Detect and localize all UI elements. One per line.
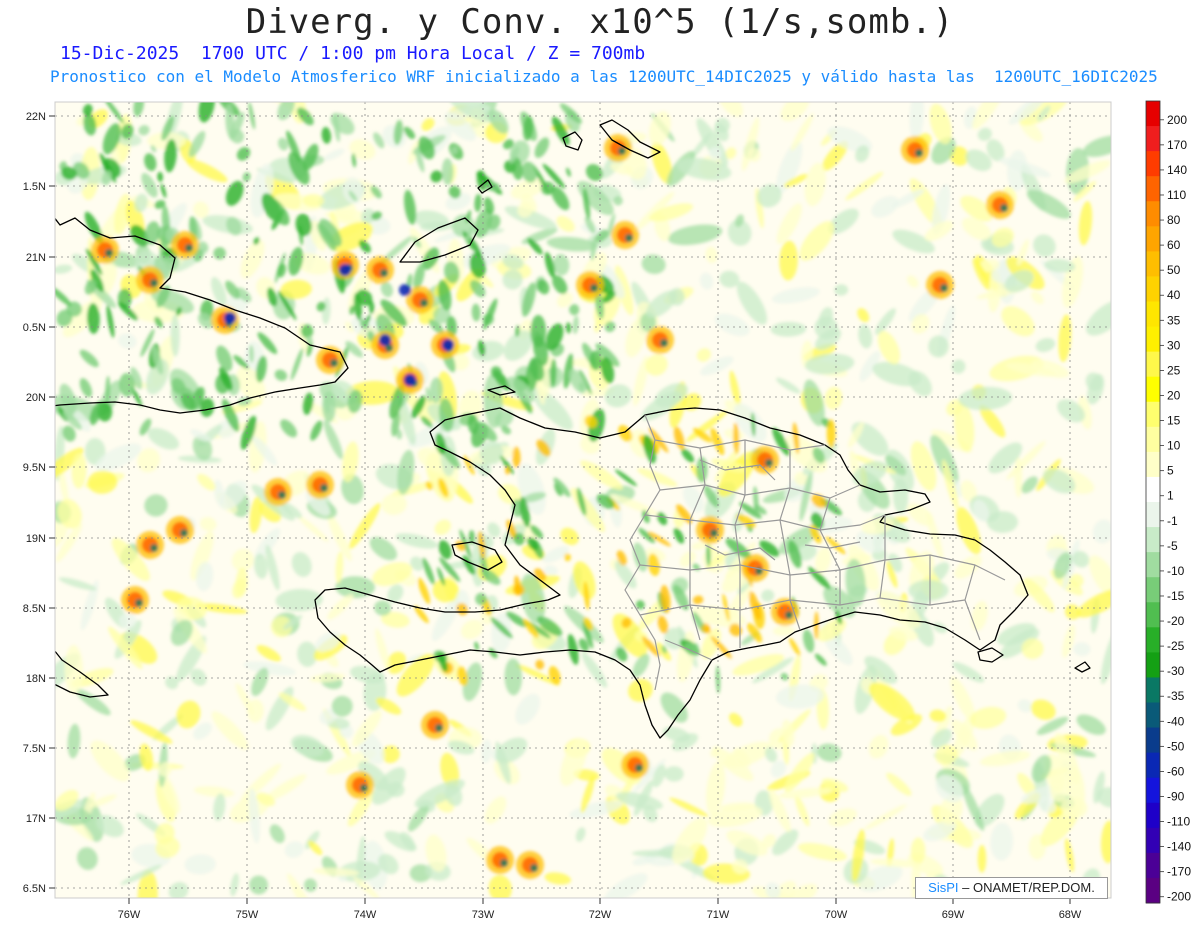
y-tick-label: 8.5N xyxy=(23,603,46,615)
x-tick-label: 72W xyxy=(589,909,612,921)
colorbar-label: 40 xyxy=(1167,288,1181,302)
colorbar-label: -50 xyxy=(1167,739,1185,753)
colorbar-label: -10 xyxy=(1167,564,1185,578)
colorbar-label: 200 xyxy=(1167,113,1187,127)
colorbar-swatch xyxy=(1146,552,1160,578)
colorbar-swatch xyxy=(1146,351,1160,378)
y-tick-label: 17N xyxy=(26,813,46,825)
colorbar-label: -20 xyxy=(1167,614,1185,628)
x-tick-label: 69W xyxy=(942,909,965,921)
colorbar-swatch xyxy=(1146,201,1160,227)
y-tick-label: 21N xyxy=(26,252,46,264)
colorbar-label: -35 xyxy=(1167,689,1185,703)
colorbar-swatch xyxy=(1146,451,1160,478)
colorbar-label: -200 xyxy=(1167,890,1191,904)
colorbar-label: 5 xyxy=(1167,464,1174,478)
colorbar-label: 15 xyxy=(1167,414,1181,428)
colorbar-label: 110 xyxy=(1167,188,1186,202)
colorbar-label: 50 xyxy=(1167,263,1181,277)
colorbar-label: 1 xyxy=(1167,489,1174,503)
colorbar-label: -110 xyxy=(1167,815,1190,829)
x-tick-label: 74W xyxy=(354,909,377,921)
map-figure: 76W 75W 74W 73W 72W 71W 70W 69W 68W 22N 1.5N 21N 0.5… xyxy=(23,100,1191,921)
y-tick-label: 20N xyxy=(26,392,46,404)
colorbar-swatch xyxy=(1146,752,1160,779)
colorbar-label: 30 xyxy=(1167,338,1181,352)
y-tick-label: 18N xyxy=(26,673,46,685)
colorbar-swatch xyxy=(1146,502,1160,528)
colorbar-label: 20 xyxy=(1167,388,1181,402)
colorbar-swatch xyxy=(1146,727,1160,754)
colorbar-label: 140 xyxy=(1167,163,1187,177)
colorbar-swatch xyxy=(1146,527,1160,553)
x-tick-label: 75W xyxy=(236,909,259,921)
colorbar-swatch xyxy=(1146,251,1160,277)
colorbar-swatch xyxy=(1146,852,1160,879)
colorbar-swatch xyxy=(1146,426,1160,453)
colorbar-swatch xyxy=(1146,151,1160,177)
x-tick-label: 68W xyxy=(1059,909,1082,921)
colorbar-label: 35 xyxy=(1167,313,1181,327)
sispi-logo-text: SisPI xyxy=(928,880,959,895)
colorbar-swatch xyxy=(1146,326,1160,353)
colorbar-label: -1 xyxy=(1167,514,1178,528)
colorbar-swatch xyxy=(1146,577,1160,603)
colorbar-swatch xyxy=(1146,702,1160,729)
colorbar-label: 170 xyxy=(1167,138,1187,152)
colorbar-label: -60 xyxy=(1167,764,1185,778)
colorbar-swatch xyxy=(1146,126,1160,152)
colorbar-swatch xyxy=(1146,476,1160,503)
y-tick-label: 6.5N xyxy=(23,883,46,895)
colorbar-label: -30 xyxy=(1167,664,1185,678)
colorbar-swatch xyxy=(1146,777,1160,804)
colorbar-swatch xyxy=(1146,627,1160,653)
colorbar-swatch xyxy=(1146,677,1160,703)
x-tick-label: 71W xyxy=(707,909,730,921)
colorbar-swatch xyxy=(1146,176,1160,202)
credit-box: SisPI – ONAMET/REP.DOM. xyxy=(915,877,1108,899)
colorbar-label: -170 xyxy=(1167,865,1191,879)
colorbar-swatch xyxy=(1146,301,1160,328)
colorbar-swatch xyxy=(1146,827,1160,854)
x-tick-label: 70W xyxy=(825,909,848,921)
colorbar-label: -25 xyxy=(1167,639,1185,653)
x-tick-label: 76W xyxy=(118,909,141,921)
colorbar-swatch xyxy=(1146,376,1160,403)
colorbar-label: 80 xyxy=(1167,213,1181,227)
colorbar-label: -90 xyxy=(1167,789,1185,803)
x-tick-label: 73W xyxy=(472,909,495,921)
colorbar-swatch xyxy=(1146,401,1160,428)
y-tick-label: 7.5N xyxy=(23,743,46,755)
colorbar-label: 10 xyxy=(1167,439,1181,453)
colorbar-swatch xyxy=(1146,226,1160,252)
colorbar-swatch xyxy=(1146,877,1160,904)
colorbar: 200 170 140 110 80 60 50 40 35 30 25 20 15 10 5 1 -1 -5 -1… xyxy=(1145,100,1191,904)
y-tick-label: 0.5N xyxy=(23,322,46,334)
credit-text: – ONAMET/REP.DOM. xyxy=(962,880,1095,895)
y-tick-label: 22N xyxy=(26,111,46,123)
colorbar-label: -5 xyxy=(1167,539,1178,553)
colorbar-swatch xyxy=(1146,101,1160,127)
colorbar-swatch xyxy=(1146,602,1160,628)
colorbar-label: -40 xyxy=(1167,714,1185,728)
y-tick-label: 1.5N xyxy=(23,181,46,193)
colorbar-label: 25 xyxy=(1167,363,1181,377)
colorbar-label: 60 xyxy=(1167,238,1181,252)
colorbar-swatch xyxy=(1146,802,1160,829)
colorbar-swatch xyxy=(1146,652,1160,678)
colorbar-label: -15 xyxy=(1167,589,1185,603)
y-tick-label: 9.5N xyxy=(23,462,46,474)
colorbar-swatch xyxy=(1146,276,1160,302)
y-tick-label: 19N xyxy=(26,533,46,545)
colorbar-label: -140 xyxy=(1167,840,1191,854)
